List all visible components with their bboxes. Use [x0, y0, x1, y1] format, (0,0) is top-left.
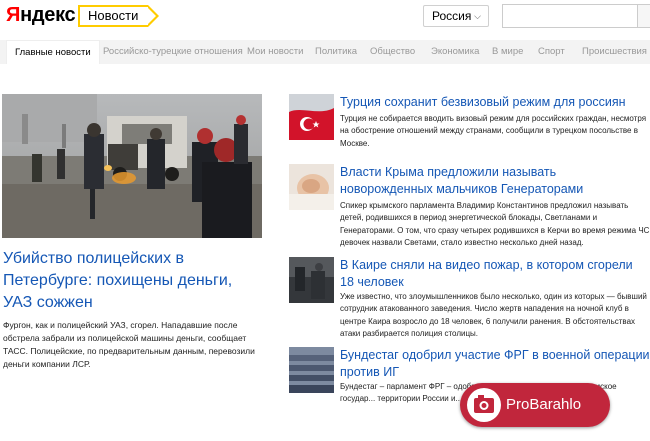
yandex-logo[interactable]: Яндекс — [6, 4, 76, 27]
logo-letter: Я — [6, 4, 21, 26]
story-text: Уже известно, что злоумышленников было н… — [340, 292, 647, 339]
search-button[interactable] — [637, 4, 650, 28]
turkey-flag-image — [289, 94, 334, 140]
camera-icon — [467, 388, 501, 422]
story-item: Турция сохранит безвизовый режим для рос… — [289, 94, 650, 154]
tab-main-news[interactable]: Главные новости — [6, 40, 100, 64]
watermark-badge: ProBarahlo — [460, 383, 610, 427]
story-thumbnail[interactable] — [289, 347, 334, 393]
story-thumbnail[interactable] — [289, 257, 334, 303]
header: Яндекс Новости Россия ⌵ — [0, 0, 650, 34]
logo-text: ндекс — [20, 4, 76, 26]
main-story-snippet: Фургон, как и полицейский УАЗ, сгорел. Н… — [3, 320, 255, 369]
story-title[interactable]: Власти Крыма предложили называть новорож… — [340, 164, 650, 198]
tab-my-news[interactable]: Мои новости — [247, 40, 303, 64]
search-input[interactable] — [502, 4, 638, 28]
tab-incidents[interactable]: Происшествия — [582, 40, 647, 64]
tab-economy[interactable]: Экономика — [431, 40, 479, 64]
bundestag-image — [289, 347, 334, 393]
story-item: Власти Крыма предложили называть новорож… — [289, 164, 650, 254]
main-story-photo[interactable] — [2, 94, 262, 238]
watermark-text: ProBarahlo — [506, 396, 582, 413]
story-text: Спикер крымского парламента Владимир Кон… — [340, 201, 650, 248]
chevron-down-icon: ⌵ — [474, 11, 481, 21]
tab-world[interactable]: В мире — [492, 40, 523, 64]
story-text: Турция не собирается вводить визовый реж… — [340, 114, 647, 148]
story-title[interactable]: Бундестаг одобрил участие ФРГ в военной … — [340, 347, 650, 381]
story-title[interactable]: В Каире сняли на видео пожар, в котором … — [340, 257, 650, 291]
story-thumbnail[interactable] — [289, 94, 334, 140]
section-tag-news[interactable]: Новости — [78, 5, 160, 27]
story-thumbnail[interactable] — [289, 164, 334, 210]
story-item: В Каире сняли на видео пожар, в котором … — [289, 257, 650, 338]
category-nav: Главные новости Российско-турецкие отнош… — [0, 40, 650, 64]
region-label: Россия — [432, 9, 472, 23]
tab-sport[interactable]: Спорт — [538, 40, 565, 64]
cairo-fire-image — [289, 257, 334, 303]
region-select[interactable]: Россия ⌵ — [423, 5, 489, 27]
main-story-title[interactable]: Убийство полицейских в Петербурге: похищ… — [3, 248, 265, 314]
newborn-image — [289, 164, 334, 210]
tab-politics[interactable]: Политика — [315, 40, 357, 64]
main-story-photo-image — [2, 94, 262, 238]
tab-russia-turkey[interactable]: Российско-турецкие отношения — [103, 40, 243, 64]
tab-society[interactable]: Общество — [370, 40, 415, 64]
story-title[interactable]: Турция сохранит безвизовый режим для рос… — [340, 94, 650, 111]
